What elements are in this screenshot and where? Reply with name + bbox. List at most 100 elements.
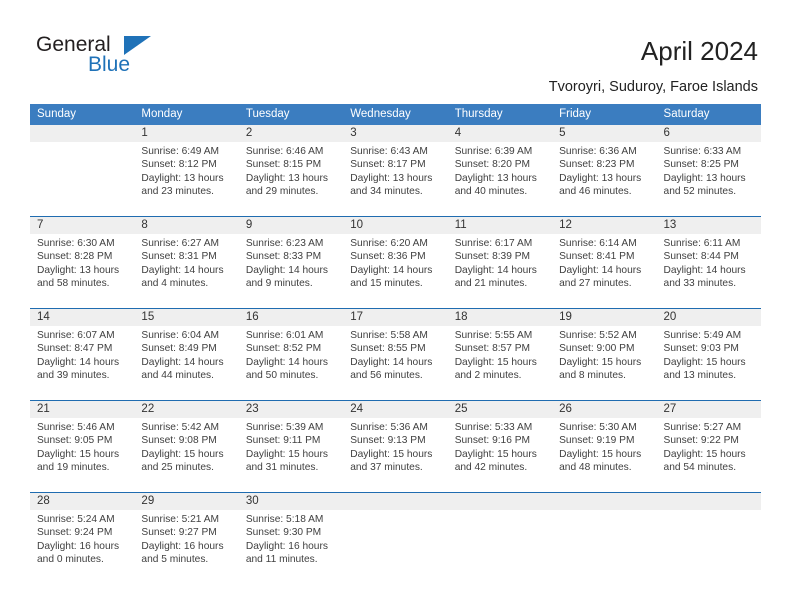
- day-sun-info: Sunrise: 5:55 AM Sunset: 8:57 PM Daylight:…: [455, 329, 548, 382]
- day-info-line: Sunset: 9:11 PM: [245, 435, 321, 447]
- day-number: 26: [559, 403, 572, 415]
- day-info-line: Sunset: 8:20 PM: [454, 159, 531, 171]
- day-info-line: Daylight: 15 hours: [350, 448, 433, 460]
- day-info-line: Daylight: 13 hours: [559, 172, 642, 184]
- day-sun-info: Sunrise: 5:27 AM Sunset: 9:22 PM Daylight:…: [664, 421, 757, 474]
- calendar-day-cell[interactable]: 28 Sunrise: 5:24 AM Sunset: 9:24 PM Dayligh…: [30, 493, 134, 584]
- day-info-line: Daylight: 14 hours: [37, 356, 120, 368]
- day-number: 17: [350, 311, 364, 323]
- day-info-line: Daylight: 16 hours: [141, 540, 224, 552]
- calendar-day-cell[interactable]: 6 Sunrise: 6:33 AM Sunset: 8:25 PM Daylight…: [657, 125, 761, 216]
- day-info-line: Daylight: 15 hours: [141, 448, 224, 460]
- day-number: [350, 493, 443, 510]
- calendar-day-cell[interactable]: 27 Sunrise: 5:27 AM Sunset: 9:22 PM Dayligh…: [657, 401, 761, 492]
- day-info-line: Sunrise: 5:24 AM: [37, 514, 115, 525]
- calendar-day-cell[interactable]: 11 Sunrise: 6:17 AM Sunset: 8:39 PM Dayligh…: [448, 217, 552, 308]
- day-info-line: Daylight: 13 hours: [454, 172, 537, 184]
- day-info-line: and 48 minutes.: [559, 461, 632, 473]
- day-info-line: and 37 minutes.: [350, 461, 423, 473]
- day-info-line: Sunrise: 6:49 AM: [141, 146, 220, 157]
- calendar-day-cell-empty: [657, 493, 761, 584]
- calendar-day-cell[interactable]: 29 Sunrise: 5:21 AM Sunset: 9:27 PM Dayligh…: [134, 493, 238, 584]
- calendar-day-cell[interactable]: 15 Sunrise: 6:04 AM Sunset: 8:49 PM Dayligh…: [134, 309, 238, 400]
- day-sun-info: Sunrise: 5:33 AM Sunset: 9:16 PM Daylight:…: [455, 421, 548, 474]
- day-number: 27: [663, 403, 677, 415]
- day-number: 21: [37, 403, 50, 415]
- calendar-week-row: 1 Sunrise: 6:49 AM Sunset: 8:12 PM Daylight…: [30, 125, 761, 216]
- calendar-week-row: 7 Sunrise: 6:30 AM Sunset: 8:28 PM Daylight…: [30, 216, 761, 308]
- day-info-line: Sunset: 9:05 PM: [37, 435, 113, 447]
- day-info-line: and 23 minutes.: [141, 185, 214, 197]
- calendar-day-cell[interactable]: 14 Sunrise: 6:07 AM Sunset: 8:47 PM Dayligh…: [30, 309, 134, 400]
- day-info-line: and 44 minutes.: [141, 369, 214, 381]
- day-number: 19: [559, 311, 572, 323]
- day-number: 13: [663, 219, 677, 231]
- day-number: [37, 125, 130, 142]
- day-info-line: Sunrise: 6:27 AM: [141, 238, 220, 249]
- calendar-day-cell[interactable]: 30 Sunrise: 5:18 AM Sunset: 9:30 PM Dayligh…: [239, 493, 343, 584]
- day-info-line: Sunrise: 5:49 AM: [663, 330, 742, 341]
- day-info-line: Sunset: 8:41 PM: [559, 251, 635, 263]
- day-number: 29: [141, 495, 155, 507]
- calendar-day-cell-empty: [552, 493, 656, 584]
- day-info-line: Sunset: 9:30 PM: [245, 527, 322, 539]
- day-number: 20: [663, 311, 677, 323]
- calendar-day-cell[interactable]: 20 Sunrise: 5:49 AM Sunset: 9:03 PM Dayligh…: [657, 309, 761, 400]
- calendar-day-cell[interactable]: 5 Sunrise: 6:36 AM Sunset: 8:23 PM Daylight…: [552, 125, 656, 216]
- calendar-week-row: 21 Sunrise: 5:46 AM Sunset: 9:05 PM Dayligh…: [30, 400, 761, 492]
- day-info-line: Daylight: 14 hours: [245, 264, 328, 276]
- calendar-day-cell[interactable]: 9 Sunrise: 6:23 AM Sunset: 8:33 PM Daylight…: [239, 217, 343, 308]
- calendar-day-cell[interactable]: 7 Sunrise: 6:30 AM Sunset: 8:28 PM Daylight…: [30, 217, 134, 308]
- calendar-day-cell[interactable]: 18 Sunrise: 5:55 AM Sunset: 8:57 PM Dayligh…: [448, 309, 552, 400]
- calendar-day-cell[interactable]: 10 Sunrise: 6:20 AM Sunset: 8:36 PM Dayligh…: [343, 217, 447, 308]
- day-info-line: Sunrise: 6:01 AM: [245, 330, 324, 341]
- day-number: 12: [559, 219, 572, 231]
- day-info-line: Daylight: 14 hours: [454, 264, 537, 276]
- calendar-day-cell[interactable]: 12 Sunrise: 6:14 AM Sunset: 8:41 PM Dayligh…: [552, 217, 656, 308]
- calendar-day-cell[interactable]: 2 Sunrise: 6:46 AM Sunset: 8:15 PM Daylight…: [239, 125, 343, 216]
- calendar-day-cell[interactable]: 25 Sunrise: 5:33 AM Sunset: 9:16 PM Dayligh…: [448, 401, 552, 492]
- calendar-day-cell[interactable]: 23 Sunrise: 5:39 AM Sunset: 9:11 PM Dayligh…: [239, 401, 343, 492]
- calendar-day-cell[interactable]: 1 Sunrise: 6:49 AM Sunset: 8:12 PM Daylight…: [134, 125, 238, 216]
- day-of-week-header-sunday: Sunday: [37, 108, 77, 120]
- day-sun-info: Sunrise: 6:46 AM Sunset: 8:15 PM Daylight:…: [246, 145, 339, 198]
- day-sun-info: Sunrise: 5:42 AM Sunset: 9:08 PM Daylight:…: [141, 421, 234, 474]
- day-info-line: Sunset: 9:27 PM: [141, 527, 217, 539]
- day-number: 5: [559, 127, 566, 139]
- day-number: 1: [141, 127, 148, 139]
- day-sun-info: Sunrise: 6:30 AM Sunset: 8:28 PM Daylight:…: [37, 237, 130, 290]
- calendar-day-cell[interactable]: 17 Sunrise: 5:58 AM Sunset: 8:55 PM Dayligh…: [343, 309, 447, 400]
- day-info-line: Sunset: 8:25 PM: [663, 159, 739, 171]
- calendar-day-cell[interactable]: 3 Sunrise: 6:43 AM Sunset: 8:17 PM Daylight…: [343, 125, 447, 216]
- day-info-line: Sunset: 8:47 PM: [37, 343, 113, 355]
- calendar-day-cell[interactable]: 8 Sunrise: 6:27 AM Sunset: 8:31 PM Daylight…: [134, 217, 238, 308]
- day-info-line: Sunrise: 5:18 AM: [245, 514, 324, 525]
- day-info-line: and 0 minutes.: [37, 553, 104, 565]
- day-info-line: and 54 minutes.: [663, 461, 737, 473]
- day-of-week-header-wednesday: Wednesday: [350, 108, 411, 120]
- day-number: 18: [454, 311, 468, 323]
- day-info-line: Sunset: 8:12 PM: [141, 159, 217, 171]
- calendar-day-cell[interactable]: 24 Sunrise: 5:36 AM Sunset: 9:13 PM Dayligh…: [343, 401, 447, 492]
- calendar-day-cell[interactable]: 26 Sunrise: 5:30 AM Sunset: 9:19 PM Dayligh…: [552, 401, 656, 492]
- calendar-day-cell[interactable]: 21 Sunrise: 5:46 AM Sunset: 9:05 PM Dayligh…: [30, 401, 134, 492]
- day-sun-info: Sunrise: 6:07 AM Sunset: 8:47 PM Daylight:…: [37, 329, 130, 382]
- day-info-line: Sunrise: 6:39 AM: [454, 146, 533, 157]
- calendar-day-cell[interactable]: 16 Sunrise: 6:01 AM Sunset: 8:52 PM Dayligh…: [239, 309, 343, 400]
- calendar-weeks: 1 Sunrise: 6:49 AM Sunset: 8:12 PM Daylight…: [30, 125, 761, 584]
- day-sun-info: Sunrise: 6:11 AM Sunset: 8:44 PM Daylight:…: [664, 237, 757, 290]
- day-info-line: Sunrise: 6:30 AM: [37, 238, 115, 249]
- day-info-line: and 25 minutes.: [141, 461, 214, 473]
- calendar-day-cell[interactable]: 22 Sunrise: 5:42 AM Sunset: 9:08 PM Dayligh…: [134, 401, 238, 492]
- day-info-line: and 13 minutes.: [663, 369, 737, 381]
- day-of-week-header-monday: Monday: [141, 108, 183, 120]
- calendar-day-cell[interactable]: 13 Sunrise: 6:11 AM Sunset: 8:44 PM Dayligh…: [657, 217, 761, 308]
- calendar-day-cell[interactable]: 19 Sunrise: 5:52 AM Sunset: 9:00 PM Dayligh…: [552, 309, 656, 400]
- calendar-day-cell[interactable]: 4 Sunrise: 6:39 AM Sunset: 8:20 PM Daylight…: [448, 125, 552, 216]
- day-info-line: Sunrise: 6:04 AM: [141, 330, 220, 341]
- day-number: 7: [37, 219, 44, 231]
- day-info-line: Sunrise: 6:20 AM: [350, 238, 428, 249]
- day-number: 3: [350, 127, 357, 139]
- day-number: 8: [141, 219, 148, 231]
- day-info-line: and 4 minutes.: [141, 277, 209, 289]
